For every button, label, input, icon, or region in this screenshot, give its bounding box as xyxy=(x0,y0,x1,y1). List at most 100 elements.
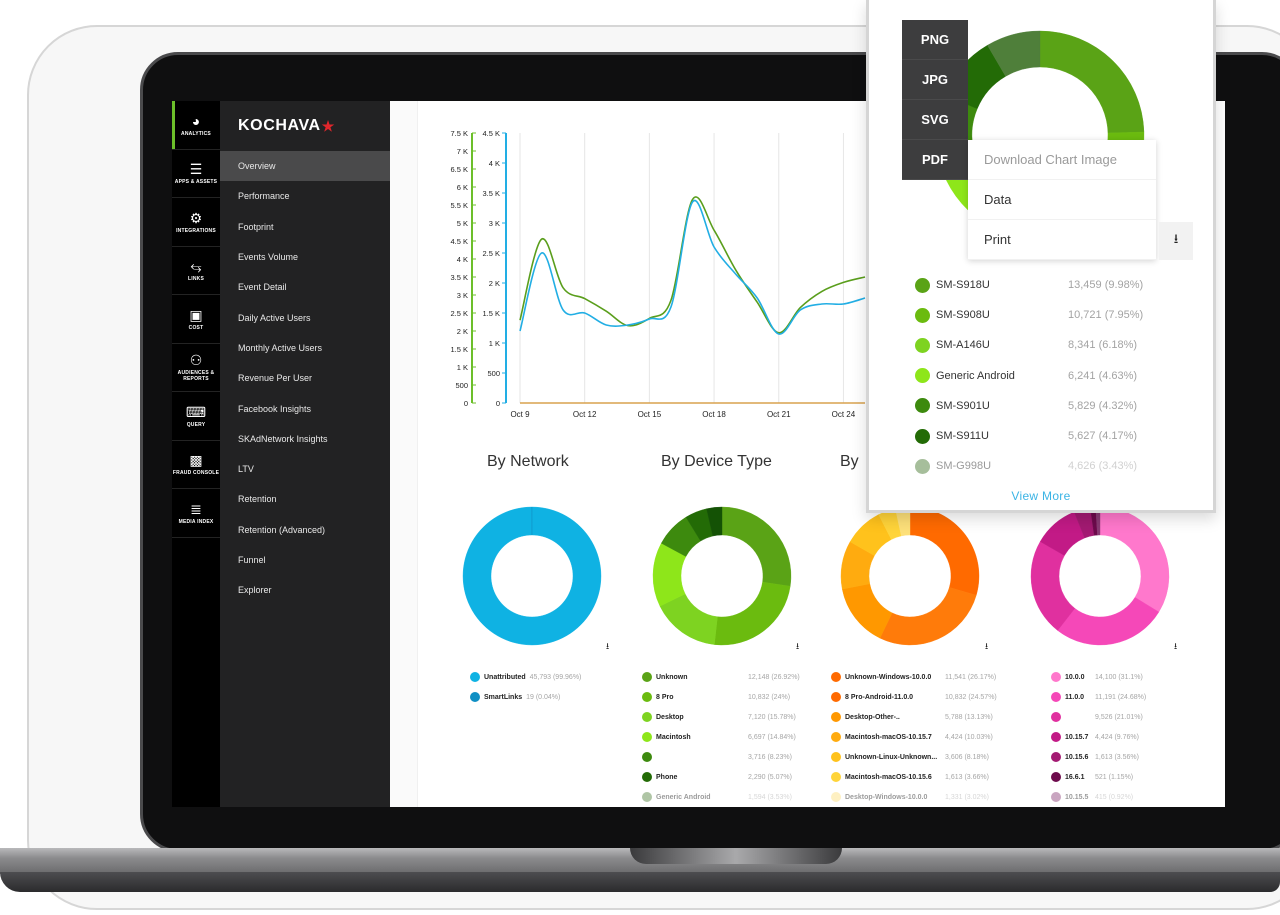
nav-item-footprint[interactable]: Footprint xyxy=(220,212,390,242)
legend-item[interactable]: Generic Android 1,594 (3.53%) xyxy=(642,787,800,807)
nav-item-explorer[interactable]: Explorer xyxy=(220,575,390,605)
legend-label: 8 Pro xyxy=(656,693,674,701)
nav-item-facebook-insights[interactable]: Facebook Insights xyxy=(220,393,390,423)
legend-value: 4,424 (9.76%) xyxy=(1095,733,1139,741)
legend-label: 10.15.6 xyxy=(1065,753,1089,761)
legend-value: 19 (0.04%) xyxy=(526,693,561,701)
iconbar-item-links[interactable]: ⥃ LINKS xyxy=(172,247,220,295)
iconbar-item-apps-assets[interactable]: ☰ APPS & ASSETS xyxy=(172,150,220,198)
by-device-type-title: By Device Type xyxy=(661,453,772,470)
legend-value: 13,459 (9.98%) xyxy=(1068,279,1144,292)
legend-item[interactable]: Desktop 7,120 (15.78%) xyxy=(642,707,800,727)
donut-slice xyxy=(909,506,980,596)
format-pdf[interactable]: PDF xyxy=(902,140,968,180)
legend-item[interactable]: Generic Android 6,241 (4.63%) xyxy=(915,361,1143,391)
legend-item[interactable]: Unknown 12,148 (26.92%) xyxy=(642,667,800,687)
y-left-tick-label: 3.5 K xyxy=(450,273,468,282)
legend-item[interactable]: SmartLinks 19 (0.04%) xyxy=(470,687,581,707)
cash-icon: ▣ xyxy=(189,306,203,323)
x-tick-label: Oct 12 xyxy=(573,410,597,419)
iconbar-item-cost[interactable]: ▣ COST xyxy=(172,295,220,344)
legend-item[interactable]: SM-G998U 4,626 (3.43%) xyxy=(915,451,1143,481)
nav-item-skadnetwork-insights[interactable]: SKAdNetwork Insights xyxy=(220,424,390,454)
legend-value: 1,594 (3.53%) xyxy=(748,793,792,801)
legend-item[interactable]: Macintosh 6,697 (14.84%) xyxy=(642,727,800,747)
legend-item[interactable]: Unattributed 45,793 (99.96%) xyxy=(470,667,581,687)
legend-item[interactable]: Macintosh-macOS-10.15.6 1,613 (3.66%) xyxy=(831,767,997,787)
legend-item[interactable]: 11.0.0 11,191 (24.68%) xyxy=(1051,687,1146,707)
iconbar-item-query[interactable]: ⌨ QUERY xyxy=(172,392,220,441)
download-icon[interactable]: ⭳ xyxy=(606,639,609,655)
legend-value: 7,120 (15.78%) xyxy=(748,713,796,721)
legend-item[interactable]: SM-S911U 5,627 (4.17%) xyxy=(915,421,1143,451)
legend-item[interactable]: 16.6.1 521 (1.15%) xyxy=(1051,767,1146,787)
legend-item[interactable]: Unknown-Windows-10.0.0 11,541 (26.17%) xyxy=(831,667,997,687)
format-png[interactable]: PNG xyxy=(902,20,968,60)
legend-label: 11.0.0 xyxy=(1065,693,1085,701)
nav-item-performance[interactable]: Performance xyxy=(220,181,390,211)
nav-item-retention-advanced[interactable]: Retention (Advanced) xyxy=(220,515,390,545)
legend-item[interactable]: 10.0.0 14,100 (31.1%) xyxy=(1051,667,1146,687)
legend-value: 12,148 (26.92%) xyxy=(748,673,800,681)
iconbar-item-media-index[interactable]: ≣ MEDIA INDEX xyxy=(172,489,220,538)
legend-item[interactable]: Desktop-Windows-10.0.0 1,331 (3.02%) xyxy=(831,787,997,807)
download-button[interactable]: ⭳ xyxy=(1159,222,1193,260)
download-icon[interactable]: ⭳ xyxy=(985,639,988,655)
format-jpg[interactable]: JPG xyxy=(902,60,968,100)
legend-label: 10.15.7 xyxy=(1065,733,1089,741)
legend-value: 3,716 (8.23%) xyxy=(748,753,792,761)
series-line-blue-series xyxy=(519,199,866,335)
download-chart-image-item[interactable]: Download Chart Image xyxy=(968,140,1156,180)
legend-label: Generic Android xyxy=(656,793,711,801)
format-svg[interactable]: SVG xyxy=(902,100,968,140)
legend-item[interactable]: SM-A146U 8,341 (6.18%) xyxy=(915,330,1143,360)
legend-value: 6,241 (4.63%) xyxy=(1068,369,1138,382)
y-right-tick-label: 3.5 K xyxy=(482,189,500,198)
legend-item[interactable]: SM-S908U 10,721 (7.95%) xyxy=(915,300,1143,330)
legend-label: SM-S908U xyxy=(936,309,990,322)
iconbar-item-analytics[interactable]: ◕ ANALYTICS xyxy=(172,101,220,150)
legend-item[interactable]: SM-S918U 13,459 (9.98%) xyxy=(915,270,1143,300)
iconbar-item-audiences-reports[interactable]: ⚇ AUDIENCES & REPORTS xyxy=(172,344,220,392)
legend-item[interactable]: 10.15.7 4,424 (9.76%) xyxy=(1051,727,1146,747)
donut-slice xyxy=(1099,506,1170,613)
nav-item-daily-active-users[interactable]: Daily Active Users xyxy=(220,302,390,332)
print-item[interactable]: Print xyxy=(968,220,1156,260)
legend-item[interactable]: 10.15.6 1,613 (3.56%) xyxy=(1051,747,1146,767)
network-legend: Unattributed 45,793 (99.96%) SmartLinks 19 … xyxy=(470,667,581,707)
legend-item[interactable]: Desktop-Other-.. 5,788 (13.13%) xyxy=(831,707,997,727)
legend-item[interactable]: 8 Pro-Android-11.0.0 10,832 (24.57%) xyxy=(831,687,997,707)
download-icon[interactable]: ⭳ xyxy=(1174,639,1177,655)
nav-item-ltv[interactable]: LTV xyxy=(220,454,390,484)
legend-item[interactable]: 10.15.5 415 (0.92%) xyxy=(1051,787,1146,807)
download-icon[interactable]: ⭳ xyxy=(796,639,799,655)
data-item[interactable]: Data xyxy=(968,180,1156,220)
nav-item-revenue-per-user[interactable]: Revenue Per User xyxy=(220,363,390,393)
legend-value: 1,331 (3.02%) xyxy=(945,793,989,801)
nav-item-retention[interactable]: Retention xyxy=(220,484,390,514)
legend-item[interactable]: Phone 2,290 (5.07%) xyxy=(642,767,800,787)
nav-item-event-detail[interactable]: Event Detail xyxy=(220,272,390,302)
iconbar-item-fraud-console[interactable]: ▩ FRAUD CONSOLE xyxy=(172,441,220,489)
legend-swatch-icon xyxy=(831,772,841,782)
iconbar-item-integrations[interactable]: ⚙ INTEGRATIONS xyxy=(172,198,220,247)
export-menu: Download Chart Image Data Print xyxy=(968,140,1156,260)
brand-logo[interactable]: KOCHAVA ★ xyxy=(220,101,390,151)
nav-item-overview[interactable]: Overview xyxy=(220,151,390,182)
iconbar-label: APPS & ASSETS xyxy=(174,179,218,186)
y-right-tick-label: 4.5 K xyxy=(482,129,500,138)
legend-item[interactable]: Macintosh-macOS-10.15.7 4,424 (10.03%) xyxy=(831,727,997,747)
legend-item[interactable]: 9,526 (21.01%) xyxy=(1051,707,1146,727)
nav-item-events-volume[interactable]: Events Volume xyxy=(220,242,390,272)
legend-item[interactable]: Unknown-Linux-Unknown... 3,606 (8.18%) xyxy=(831,747,997,767)
nav-item-monthly-active-users[interactable]: Monthly Active Users xyxy=(220,333,390,363)
y-right-tick-label: 4 K xyxy=(489,159,500,168)
nav-item-funnel[interactable]: Funnel xyxy=(220,545,390,575)
view-more-link[interactable]: View More xyxy=(869,489,1213,503)
iconbar-label: LINKS xyxy=(188,276,204,283)
legend-item[interactable]: SM-S901U 5,829 (4.32%) xyxy=(915,391,1143,421)
legend-item[interactable]: 3,716 (8.23%) xyxy=(642,747,800,767)
iconbar-label: ANALYTICS xyxy=(181,130,211,137)
donut-slice xyxy=(1030,541,1076,631)
legend-item[interactable]: 8 Pro 10,832 (24%) xyxy=(642,687,800,707)
